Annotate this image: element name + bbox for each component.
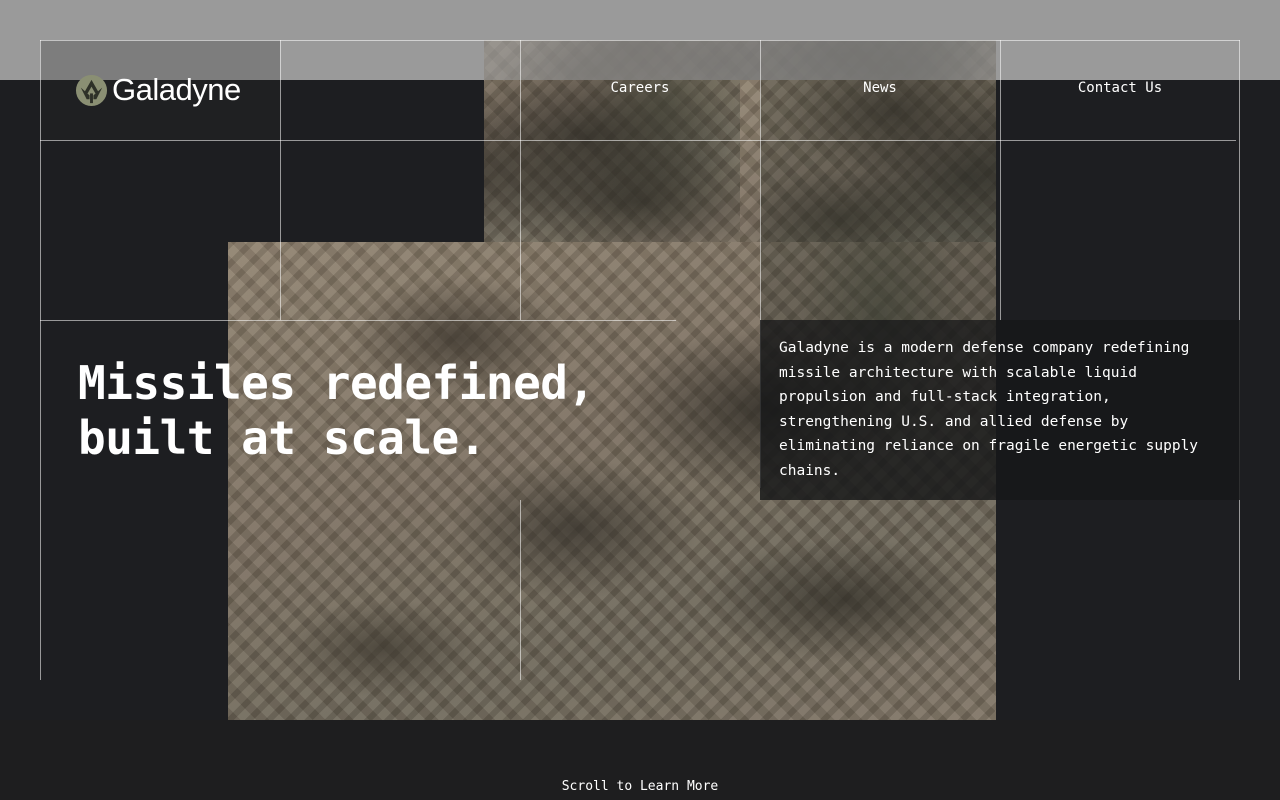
scroll-hint[interactable]: Scroll to Learn More [0, 779, 1280, 794]
nav-news-link[interactable]: News [760, 80, 1000, 100]
hero-headline-line2: built at scale. [78, 411, 486, 465]
terrain-shade [760, 80, 996, 320]
brand-name: Galadyne [112, 72, 241, 107]
hero-headline-line1: Missiles redefined, [78, 356, 595, 410]
brand-logo[interactable]: Galadyne [75, 72, 241, 108]
nav-careers-link[interactable]: Careers [520, 80, 760, 100]
nav-contact-link[interactable]: Contact Us [1000, 80, 1240, 100]
tree-mark-icon [75, 74, 108, 106]
hero-headline: Missiles redefined, built at scale. [78, 356, 698, 466]
hero-description: Galadyne is a modern defense company red… [779, 340, 1199, 479]
hero-terrain-image-top [484, 40, 996, 80]
